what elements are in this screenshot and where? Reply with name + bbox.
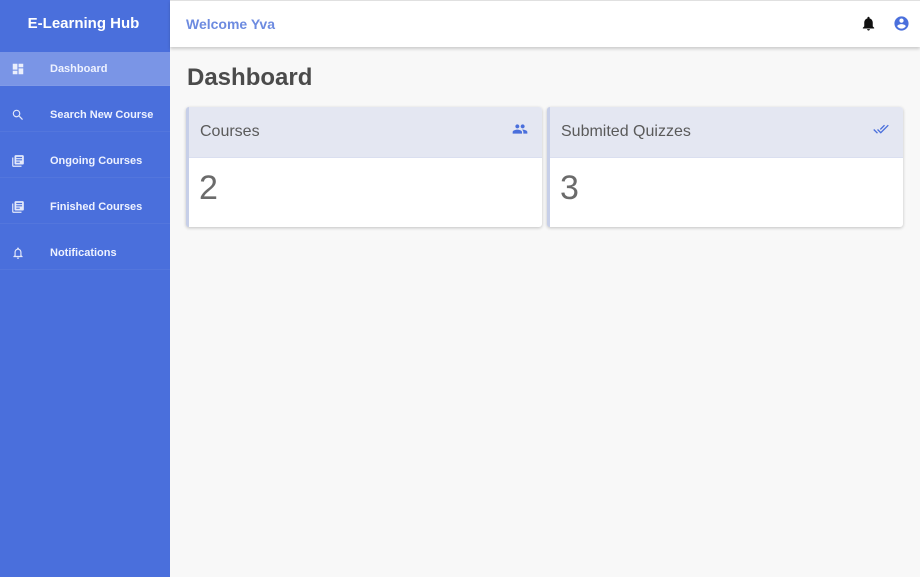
welcome-message: Welcome Yva — [186, 16, 275, 32]
card-header: Courses — [189, 107, 542, 158]
sidebar-nav: Dashboard Search New Course Ongoing Cour… — [0, 52, 170, 270]
sidebar-item-dashboard[interactable]: Dashboard — [0, 52, 170, 86]
card-title: Submited Quizzes — [561, 123, 691, 140]
sidebar-item-label: Dashboard — [50, 62, 108, 75]
sidebar-item-notifications[interactable]: Notifications — [0, 236, 170, 270]
sidebar-item-label: Search New Course — [50, 108, 154, 121]
library-books-icon — [0, 200, 50, 214]
sidebar-item-ongoing-courses[interactable]: Ongoing Courses — [0, 144, 170, 178]
account-circle-icon[interactable] — [893, 15, 910, 37]
page-title: Dashboard — [187, 64, 313, 91]
card-value: 2 — [199, 169, 218, 207]
search-icon — [0, 108, 50, 122]
sidebar-item-search-new-course[interactable]: Search New Course — [0, 98, 170, 132]
library-books-icon — [0, 154, 50, 168]
bell-outline-icon — [0, 246, 50, 260]
submitted-quizzes-card: Submited Quizzes 3 — [547, 107, 903, 227]
courses-card: Courses 2 — [186, 107, 542, 227]
people-icon — [512, 121, 528, 142]
double-check-icon — [873, 121, 889, 142]
top-icons — [860, 15, 910, 37]
sidebar-item-label: Finished Courses — [50, 200, 143, 213]
sidebar-item-finished-courses[interactable]: Finished Courses — [0, 190, 170, 224]
top-bar: Welcome Yva — [170, 0, 920, 47]
card-title: Courses — [200, 123, 260, 140]
sidebar-item-label: Ongoing Courses — [50, 154, 143, 167]
dashboard-icon — [0, 62, 50, 76]
sidebar: E-Learning Hub Dashboard Search New Cour… — [0, 0, 170, 577]
sidebar-item-label: Notifications — [50, 246, 117, 259]
card-header: Submited Quizzes — [550, 107, 903, 158]
bell-icon[interactable] — [860, 15, 877, 37]
card-value: 3 — [560, 169, 579, 207]
brand-title[interactable]: E-Learning Hub — [0, 0, 170, 47]
